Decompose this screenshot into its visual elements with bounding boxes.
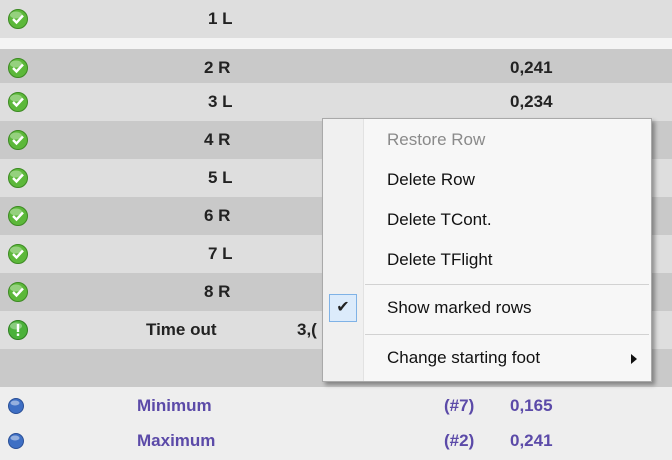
table-row[interactable]: 3 L 0,234: [0, 83, 672, 121]
checkmark-icon: ✔: [329, 294, 357, 322]
menu-item-show-marked-rows[interactable]: ✔ Show marked rows: [323, 289, 651, 327]
stat-dot-icon: [8, 433, 24, 449]
menu-item-label: Delete TFlight: [387, 250, 493, 269]
stat-value: 0,165: [510, 396, 553, 415]
menu-item-label: Delete Row: [387, 170, 475, 189]
menu-item-label: Delete TCont.: [387, 210, 492, 229]
check-icon: [8, 92, 28, 112]
stat-label: Minimum: [137, 396, 212, 415]
row-label: Time out: [146, 320, 217, 339]
stats-row-maximum: Maximum (#2) 0,241: [0, 422, 672, 460]
check-icon: [8, 206, 28, 226]
menu-item-label: Show marked rows: [387, 298, 532, 317]
menu-item-label: Change starting foot: [387, 348, 541, 367]
menu-item-delete-tcont[interactable]: Delete TCont.: [323, 201, 651, 239]
row-label: 3 L: [208, 92, 233, 111]
stat-label: Maximum: [137, 431, 216, 450]
row-label: 6 R: [204, 206, 231, 225]
stat-index: (#2): [444, 431, 475, 450]
menu-item-label: Restore Row: [387, 130, 486, 149]
row-label: 8 R: [204, 282, 231, 301]
menu-separator: [365, 334, 649, 335]
menu-item-change-starting-foot[interactable]: Change starting foot: [323, 339, 651, 377]
stat-dot-icon: [8, 398, 24, 414]
row-label: 7 L: [208, 244, 233, 263]
row-value: 0,241: [510, 58, 553, 77]
row-label: 1 L: [208, 9, 233, 28]
row-label: 5 L: [208, 168, 233, 187]
menu-item-delete-tflight[interactable]: Delete TFlight: [323, 241, 651, 279]
check-icon: [8, 244, 28, 264]
menu-item-delete-row[interactable]: Delete Row: [323, 161, 651, 199]
check-icon: [8, 168, 28, 188]
table-row[interactable]: 1 L: [0, 0, 672, 38]
stats-row-minimum: Minimum (#7) 0,165: [0, 387, 672, 425]
table-row[interactable]: 2 R 0,241: [0, 49, 672, 87]
submenu-arrow-icon: [631, 354, 637, 364]
row-value: 0,234: [510, 92, 553, 111]
row-value: 3,(: [297, 320, 317, 339]
check-icon: [8, 9, 28, 29]
stat-value: 0,241: [510, 431, 553, 450]
check-icon: [8, 282, 28, 302]
row-label: 2 R: [204, 58, 231, 77]
check-icon: [8, 58, 28, 78]
context-menu: Restore Row Delete Row Delete TCont. Del…: [322, 118, 652, 382]
menu-separator: [365, 284, 649, 285]
check-icon: [8, 130, 28, 150]
stat-index: (#7): [444, 396, 475, 415]
warning-icon: [8, 320, 28, 340]
menu-item-restore-row[interactable]: Restore Row: [323, 121, 651, 159]
row-label: 4 R: [204, 130, 231, 149]
